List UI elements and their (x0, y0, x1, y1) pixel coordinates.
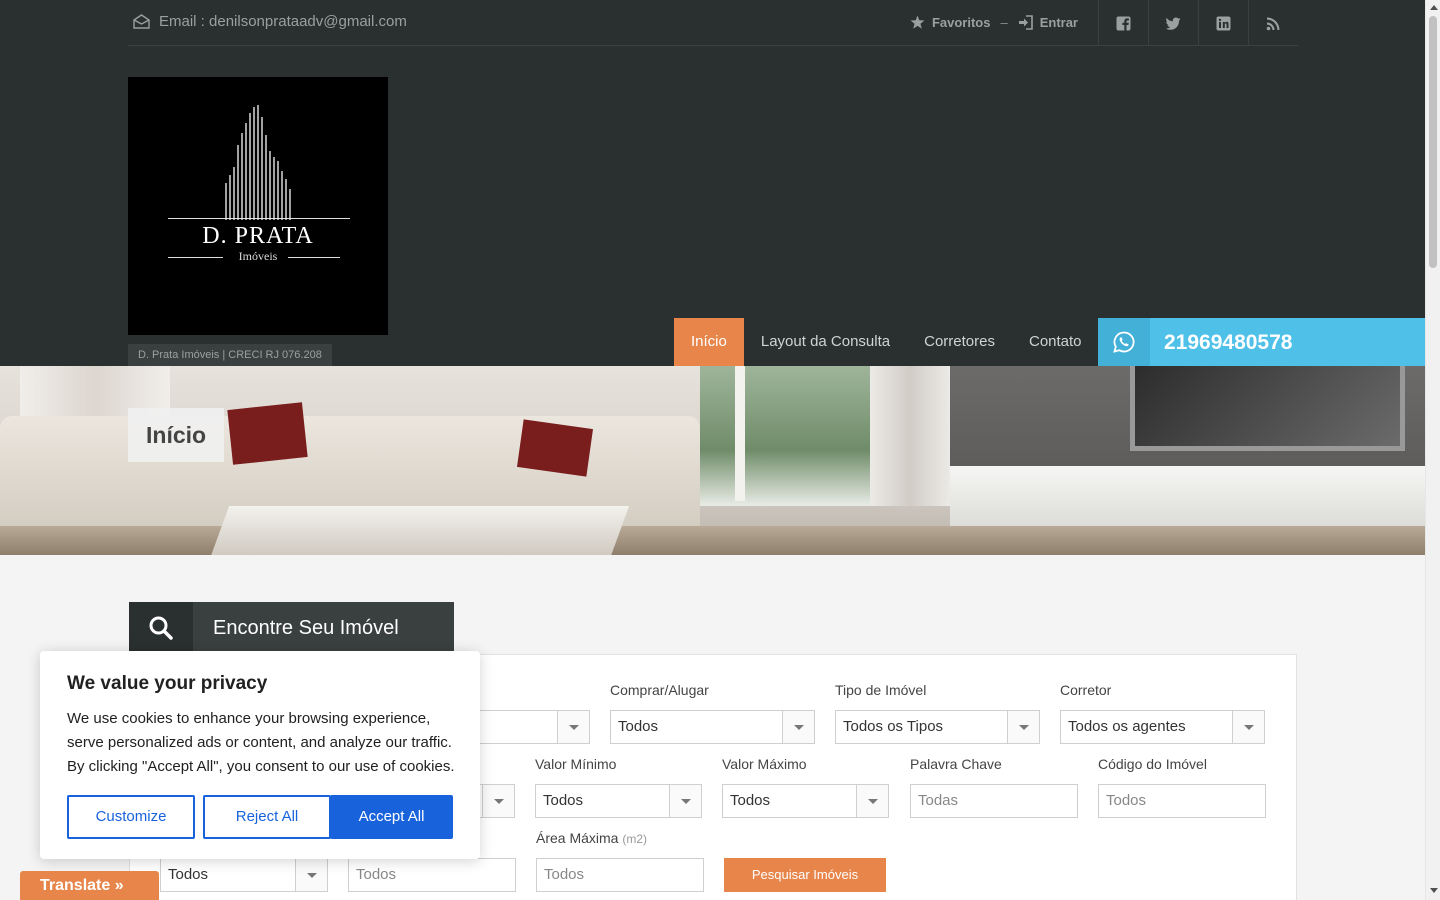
chevron-down-icon (1232, 711, 1264, 743)
building-logo-icon (225, 105, 291, 220)
cookie-customize-button[interactable]: Customize (67, 795, 195, 839)
search-header: Encontre Seu Imóvel (129, 602, 454, 654)
star-icon (910, 15, 925, 29)
area-maxima-input[interactable]: Todos (536, 858, 704, 892)
select-value: Todos (543, 792, 584, 809)
select-value: Todos (730, 792, 771, 809)
login-label: Entrar (1039, 15, 1078, 30)
twitter-link[interactable] (1148, 0, 1198, 46)
chevron-down-icon (482, 785, 514, 817)
logo-subtitle: Imóveis (238, 249, 278, 263)
main-nav: Início Layout da Consulta Corretores Con… (674, 318, 1099, 366)
valor-minimo-select[interactable]: Todos (535, 784, 702, 818)
logo-divider-top (168, 218, 350, 219)
search-icon-box (129, 602, 193, 654)
rss-icon (1266, 17, 1280, 30)
creci-badge: D. Prata Imóveis | CRECI RJ 076.208 (128, 344, 332, 366)
site-header: Email : denilsonprataadv@gmail.com Favor… (0, 0, 1425, 366)
field-label-corretor: Corretor (1060, 682, 1112, 698)
banner-curtain-right (870, 366, 950, 506)
rss-link[interactable] (1248, 0, 1298, 46)
area-maxima-unit: (m2) (622, 832, 648, 846)
chevron-down-icon (669, 785, 701, 817)
tipo-de-imovel-select[interactable]: Todos os Tipos (835, 710, 1040, 744)
facebook-link[interactable] (1098, 0, 1148, 46)
area-minima-input[interactable]: Todos (348, 858, 516, 892)
nav-item-layout-da-consulta[interactable]: Layout da Consulta (744, 318, 907, 366)
cookie-title: We value your privacy (67, 673, 268, 694)
cookie-text: We use cookies to enhance your browsing … (67, 710, 455, 775)
search-submit-button[interactable]: Pesquisar Imóveis (724, 858, 886, 892)
banner-cabinet (950, 466, 1425, 526)
quartos-select[interactable]: Todos (160, 858, 328, 892)
banner-pillow (227, 402, 308, 465)
sign-in-icon (1018, 15, 1033, 30)
scroll-up-arrow-icon[interactable] (1430, 5, 1438, 10)
codigo-do-imovel-input[interactable]: Todos (1098, 784, 1266, 818)
search-title: Encontre Seu Imóvel (213, 617, 399, 639)
login-link[interactable]: Entrar (1018, 15, 1078, 30)
chevron-down-icon (856, 785, 888, 817)
site-logo[interactable]: D. PRATA Imóveis (128, 77, 388, 335)
banner-window (700, 366, 870, 506)
chevron-down-icon (1007, 711, 1039, 743)
facebook-icon (1116, 16, 1131, 31)
page-scrollbar[interactable] (1425, 0, 1440, 900)
logo-name: D. PRATA (202, 223, 314, 249)
banner-window-frame (735, 366, 745, 501)
logo-divider-right (288, 257, 340, 258)
whatsapp-phone[interactable]: 21969480578 (1098, 318, 1425, 366)
email-label: Email : denilsonprataadv@gmail.com (159, 13, 407, 30)
favorites-link[interactable]: Favoritos (910, 15, 991, 30)
email-contact[interactable]: Email : denilsonprataadv@gmail.com (133, 13, 407, 30)
whatsapp-icon-box (1098, 318, 1150, 366)
field-label-valor-maximo: Valor Máximo (722, 756, 807, 772)
top-bar: Email : denilsonprataadv@gmail.com Favor… (128, 0, 1298, 46)
nav-item-corretores[interactable]: Corretores (907, 318, 1012, 366)
linkedin-link[interactable] (1198, 0, 1248, 46)
comprar-alugar-select[interactable]: Todos (610, 710, 815, 744)
envelope-icon (133, 14, 150, 29)
nav-item-inicio[interactable]: Início (674, 318, 744, 366)
area-maxima-label: Área Máxima (536, 830, 619, 846)
scrollbar-thumb[interactable] (1429, 16, 1437, 268)
cookie-reject-button[interactable]: Reject All (203, 795, 331, 839)
select-value: Todos (168, 866, 209, 883)
nav-item-contato[interactable]: Contato (1012, 318, 1099, 366)
favorites-label: Favoritos (931, 15, 991, 30)
cookie-accept-button[interactable]: Accept All (330, 795, 453, 839)
whatsapp-icon (1113, 331, 1135, 353)
field-label-palavra-chave: Palavra Chave (910, 756, 1002, 772)
link-separator: – (1000, 15, 1008, 30)
field-label-tipo-de-imovel: Tipo de Imóvel (835, 682, 927, 698)
twitter-icon (1166, 17, 1181, 30)
palavra-chave-input[interactable]: Todas (910, 784, 1078, 818)
select-value: Todos (618, 718, 659, 735)
search-icon (149, 616, 173, 640)
banner-pillow (517, 419, 593, 477)
chevron-down-icon (295, 859, 327, 891)
banner-coffee-table (210, 506, 630, 555)
select-value: Todos os Tipos (843, 718, 944, 735)
banner-tv (1130, 366, 1405, 451)
account-links: Favoritos – Entrar (910, 15, 1078, 30)
linkedin-icon (1216, 16, 1231, 30)
social-links (1098, 0, 1298, 46)
chevron-down-icon (557, 711, 589, 743)
field-label-comprar-alugar: Comprar/Alugar (610, 682, 709, 698)
translate-button[interactable]: Translate » (20, 871, 159, 900)
scroll-down-arrow-icon[interactable] (1430, 888, 1438, 893)
field-label-area-maxima: Área Máxima (m2) (536, 830, 647, 846)
field-label-valor-minimo: Valor Mínimo (535, 756, 617, 772)
corretor-select[interactable]: Todos os agentes (1060, 710, 1265, 744)
chevron-down-icon (782, 711, 814, 743)
valor-maximo-select[interactable]: Todos (722, 784, 889, 818)
phone-number: 21969480578 (1164, 331, 1293, 354)
select-value: Todos os agentes (1068, 718, 1186, 735)
page-title: Início (128, 408, 225, 462)
field-label-codigo-do-imovel: Código do Imóvel (1098, 756, 1207, 772)
cookie-consent-dialog: We value your privacy We use cookies to … (40, 651, 480, 859)
